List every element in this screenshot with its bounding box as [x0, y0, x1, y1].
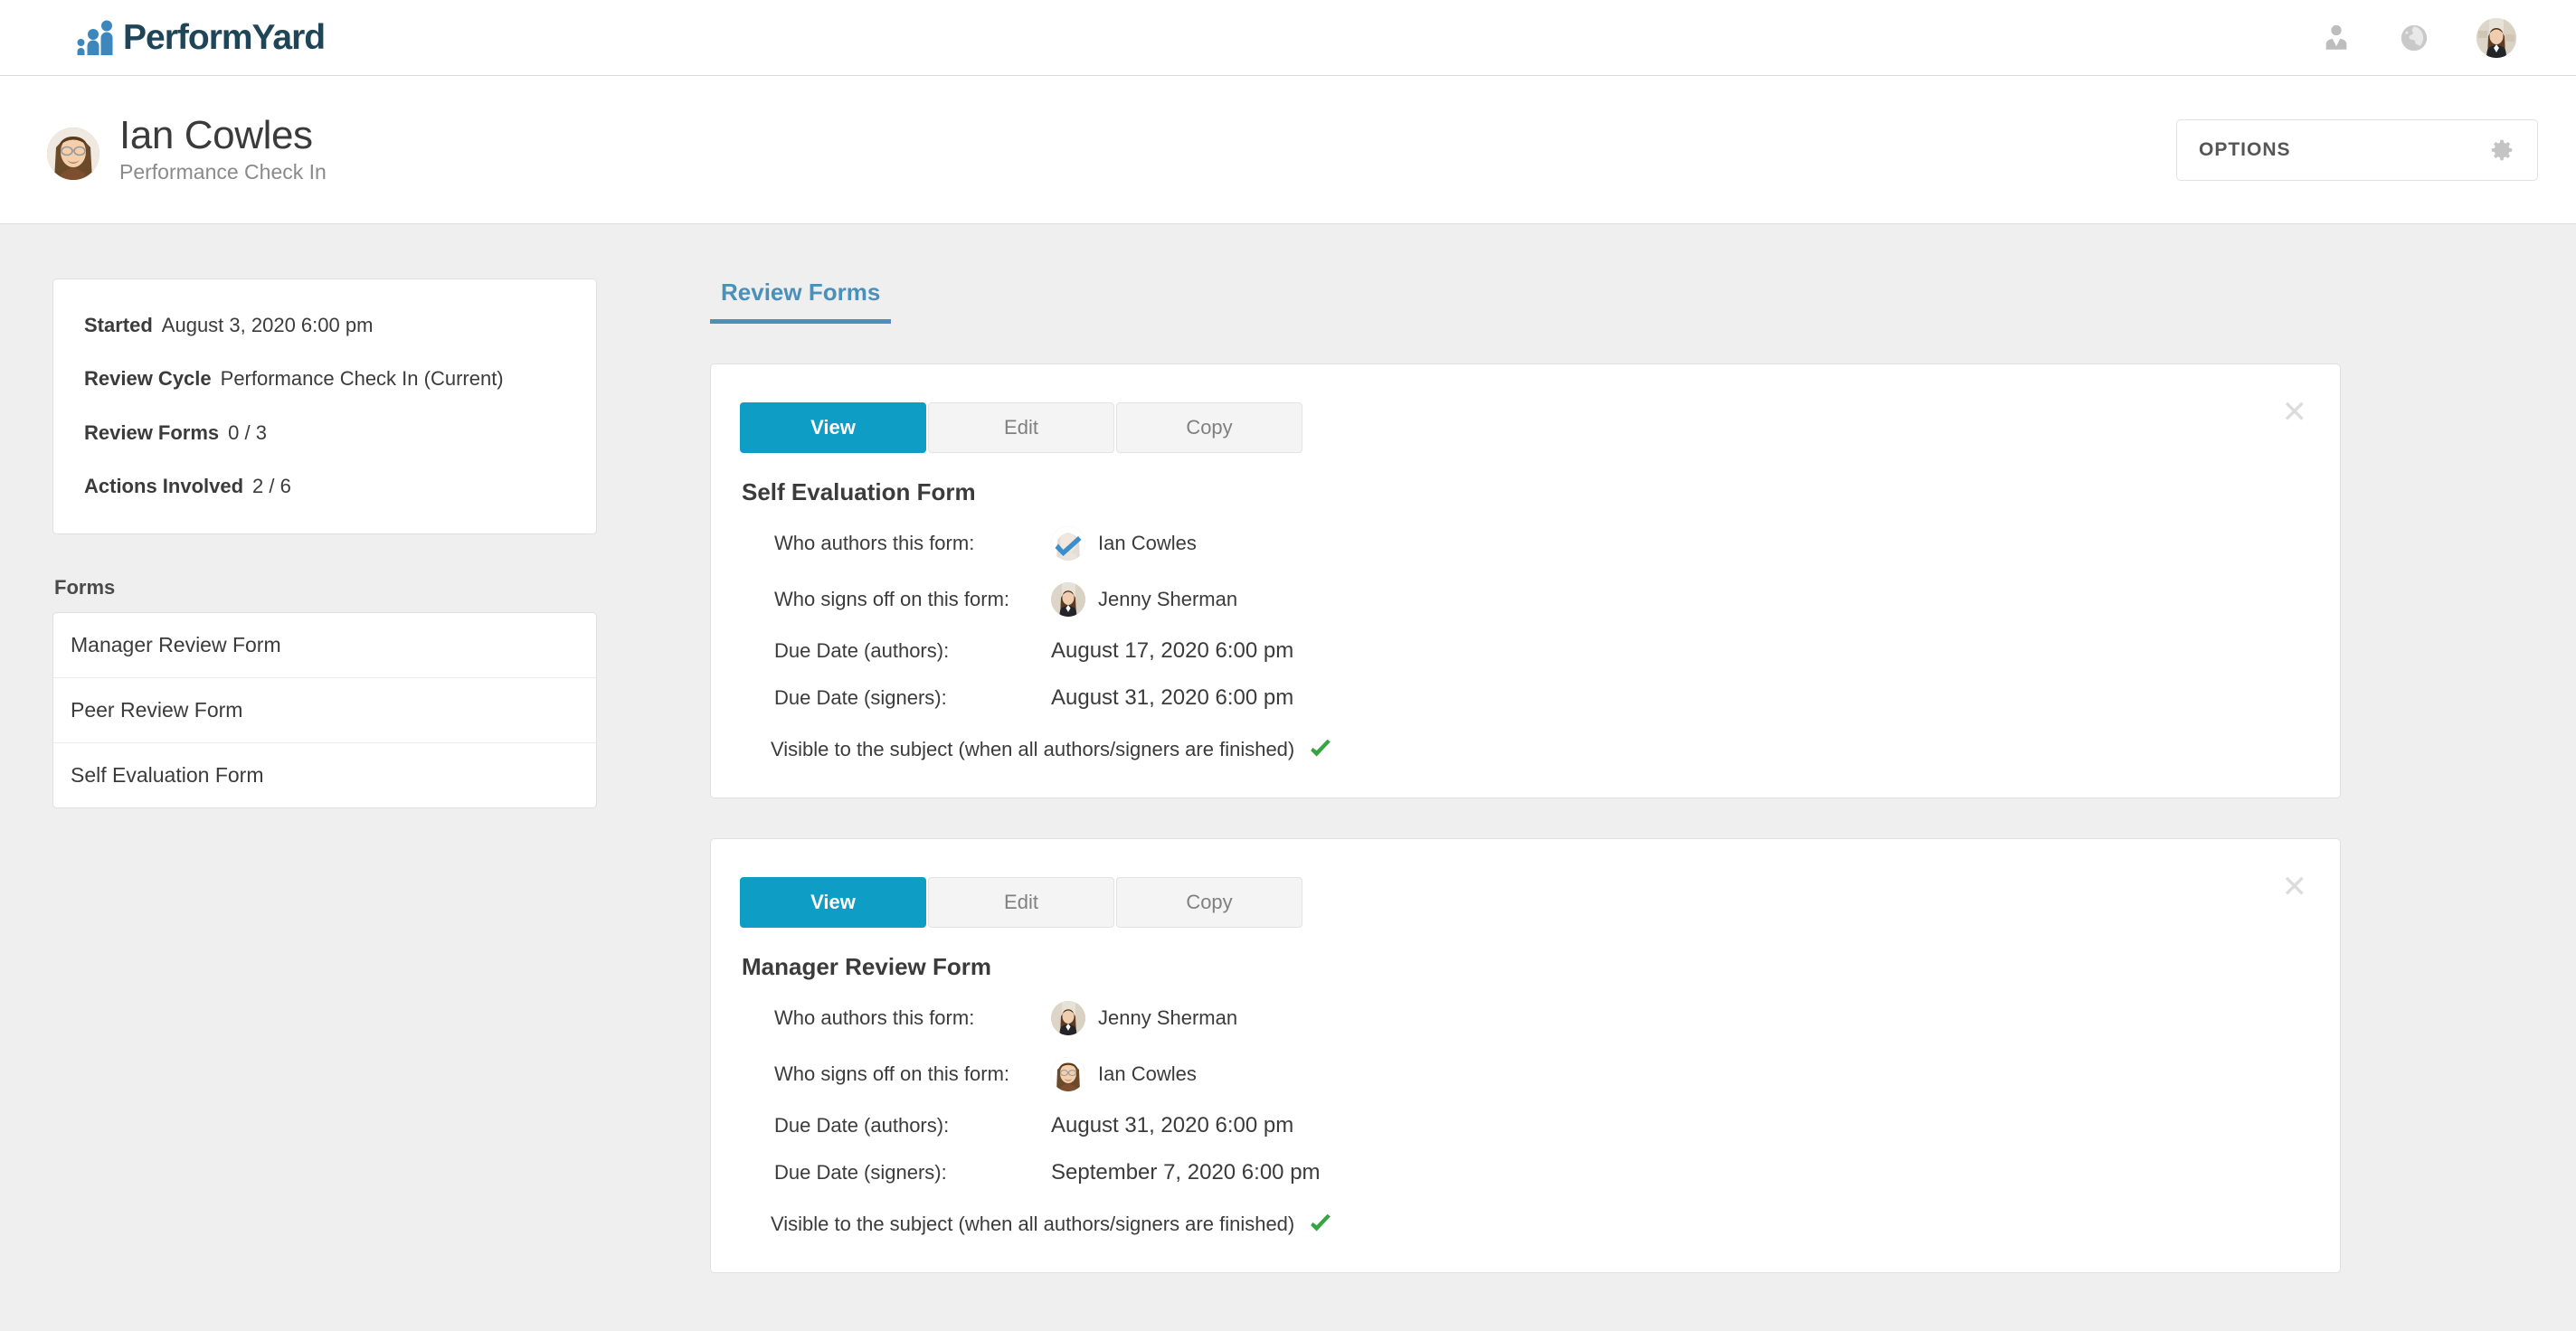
left-column: Started August 3, 2020 6:00 pm Review Cyc… — [0, 278, 597, 1313]
detail-row-authors: Who authors this form: — [774, 1001, 2300, 1035]
info-label-actions-involved: Actions Involved — [84, 475, 243, 497]
visible-to-subject-row: Visible to the subject (when all authors… — [771, 738, 2300, 761]
options-button-label: OPTIONS — [2199, 139, 2291, 161]
header-actions — [2321, 18, 2538, 58]
author-avatar-completed-icon — [1051, 526, 1085, 561]
detail-label-due-authors: Due Date (authors): — [774, 1114, 1051, 1137]
detail-row-due-signers: Due Date (signers): September 7, 2020 6:… — [774, 1160, 2300, 1185]
people-bars-icon — [76, 19, 114, 57]
right-column: Review Forms ✕ View Edit Copy Self Evalu… — [597, 278, 2576, 1313]
visible-to-subject-row: Visible to the subject (when all authors… — [771, 1213, 2300, 1236]
author-person: Ian Cowles — [1051, 526, 1197, 561]
close-icon[interactable]: ✕ — [2282, 872, 2308, 902]
review-form-title: Manager Review Form — [740, 953, 2300, 981]
check-icon — [1309, 738, 1332, 761]
detail-label-due-signers: Due Date (signers): — [774, 1161, 1051, 1185]
detail-label-due-signers: Due Date (signers): — [774, 686, 1051, 710]
forms-section-heading: Forms — [54, 576, 597, 599]
detail-label-signers: Who signs off on this form: — [774, 1062, 1051, 1086]
author-name: Jenny Sherman — [1098, 1006, 1237, 1030]
gear-icon — [2488, 137, 2515, 164]
form-list-item-peer-review-form[interactable]: Peer Review Form — [53, 678, 596, 743]
signer-avatar — [1051, 582, 1085, 617]
signer-name: Jenny Sherman — [1098, 588, 1237, 611]
due-date-authors-value: August 17, 2020 6:00 pm — [1051, 638, 1293, 664]
copy-button[interactable]: Copy — [1116, 877, 1302, 928]
info-label-started: Started — [84, 314, 153, 336]
review-info-card: Started August 3, 2020 6:00 pm Review Cyc… — [52, 278, 597, 534]
info-row: Started August 3, 2020 6:00 pm — [84, 314, 565, 337]
detail-label-due-authors: Due Date (authors): — [774, 639, 1051, 663]
close-icon[interactable]: ✕ — [2282, 397, 2308, 428]
signer-name: Ian Cowles — [1098, 1062, 1197, 1086]
info-value-review-cycle: Performance Check In (Current) — [221, 367, 504, 390]
detail-label-authors: Who authors this form: — [774, 532, 1051, 555]
detail-row-authors: Who authors this form: Ian Cowles — [774, 526, 2300, 561]
card-action-buttons: View Edit Copy — [740, 877, 2300, 928]
signer-person: Jenny Sherman — [1051, 582, 1237, 617]
view-button[interactable]: View — [740, 402, 926, 453]
copy-button[interactable]: Copy — [1116, 402, 1302, 453]
detail-row-due-authors: Due Date (authors): August 17, 2020 6:00… — [774, 638, 2300, 664]
info-label-review-cycle: Review Cycle — [84, 367, 212, 390]
page-content: Started August 3, 2020 6:00 pm Review Cyc… — [0, 224, 2576, 1313]
visible-to-subject-label: Visible to the subject (when all authors… — [771, 1213, 1294, 1236]
brand-logo[interactable]: PerformYard — [76, 19, 325, 57]
due-date-authors-value: August 31, 2020 6:00 pm — [1051, 1113, 1293, 1138]
info-value-actions-involved: 2 / 6 — [252, 475, 291, 497]
profile-header: Ian Cowles Performance Check In OPTIONS — [0, 76, 2576, 224]
author-avatar — [1051, 1001, 1085, 1035]
view-button[interactable]: View — [740, 877, 926, 928]
current-user-avatar[interactable] — [2477, 18, 2516, 58]
info-label-review-forms: Review Forms — [84, 421, 219, 444]
review-form-title: Self Evaluation Form — [740, 478, 2300, 506]
detail-row-due-signers: Due Date (signers): August 31, 2020 6:00… — [774, 685, 2300, 711]
profile-subtitle: Performance Check In — [119, 160, 327, 185]
detail-label-signers: Who signs off on this form: — [774, 588, 1051, 611]
detail-row-signers: Who signs off on this form: — [774, 1057, 2300, 1091]
author-name: Ian Cowles — [1098, 532, 1197, 555]
info-value-review-forms: 0 / 3 — [228, 421, 267, 444]
form-list-item-self-evaluation-form[interactable]: Self Evaluation Form — [53, 743, 596, 807]
due-date-signers-value: September 7, 2020 6:00 pm — [1051, 1160, 1321, 1185]
tab-review-forms[interactable]: Review Forms — [710, 278, 891, 324]
signer-avatar — [1051, 1057, 1085, 1091]
globe-icon[interactable] — [2399, 23, 2429, 53]
visible-to-subject-label: Visible to the subject (when all authors… — [771, 738, 1294, 761]
user-tie-icon[interactable] — [2321, 23, 2352, 53]
profile-identity: Ian Cowles Performance Check In — [47, 115, 327, 185]
page-title: Ian Cowles — [119, 115, 327, 156]
tab-bar: Review Forms — [710, 278, 2341, 324]
detail-row-signers: Who signs off on this form: — [774, 582, 2300, 617]
edit-button[interactable]: Edit — [928, 402, 1114, 453]
options-button[interactable]: OPTIONS — [2176, 119, 2538, 181]
signer-person: Ian Cowles — [1051, 1057, 1197, 1091]
subject-avatar[interactable] — [47, 127, 99, 180]
due-date-signers-value: August 31, 2020 6:00 pm — [1051, 685, 1293, 711]
info-row: Review Forms 0 / 3 — [84, 421, 565, 445]
global-header: PerformYard — [0, 0, 2576, 76]
review-form-card: ✕ View Edit Copy Self Evaluation Form Wh… — [710, 363, 2341, 798]
detail-label-authors: Who authors this form: — [774, 1006, 1051, 1030]
card-action-buttons: View Edit Copy — [740, 402, 2300, 453]
review-form-details: Who authors this form: Ian Cowles — [740, 526, 2300, 761]
form-list-item-manager-review-form[interactable]: Manager Review Form — [53, 613, 596, 678]
info-row: Actions Involved 2 / 6 — [84, 475, 565, 498]
review-form-card: ✕ View Edit Copy Manager Review Form Who… — [710, 838, 2341, 1273]
info-value-started: August 3, 2020 6:00 pm — [162, 314, 374, 336]
edit-button[interactable]: Edit — [928, 877, 1114, 928]
review-form-details: Who authors this form: — [740, 1001, 2300, 1236]
brand-name: PerformYard — [123, 20, 325, 55]
check-icon — [1309, 1213, 1332, 1236]
forms-list: Manager Review Form Peer Review Form Sel… — [52, 612, 597, 808]
author-person: Jenny Sherman — [1051, 1001, 1237, 1035]
detail-row-due-authors: Due Date (authors): August 31, 2020 6:00… — [774, 1113, 2300, 1138]
info-row: Review Cycle Performance Check In (Curren… — [84, 367, 565, 391]
